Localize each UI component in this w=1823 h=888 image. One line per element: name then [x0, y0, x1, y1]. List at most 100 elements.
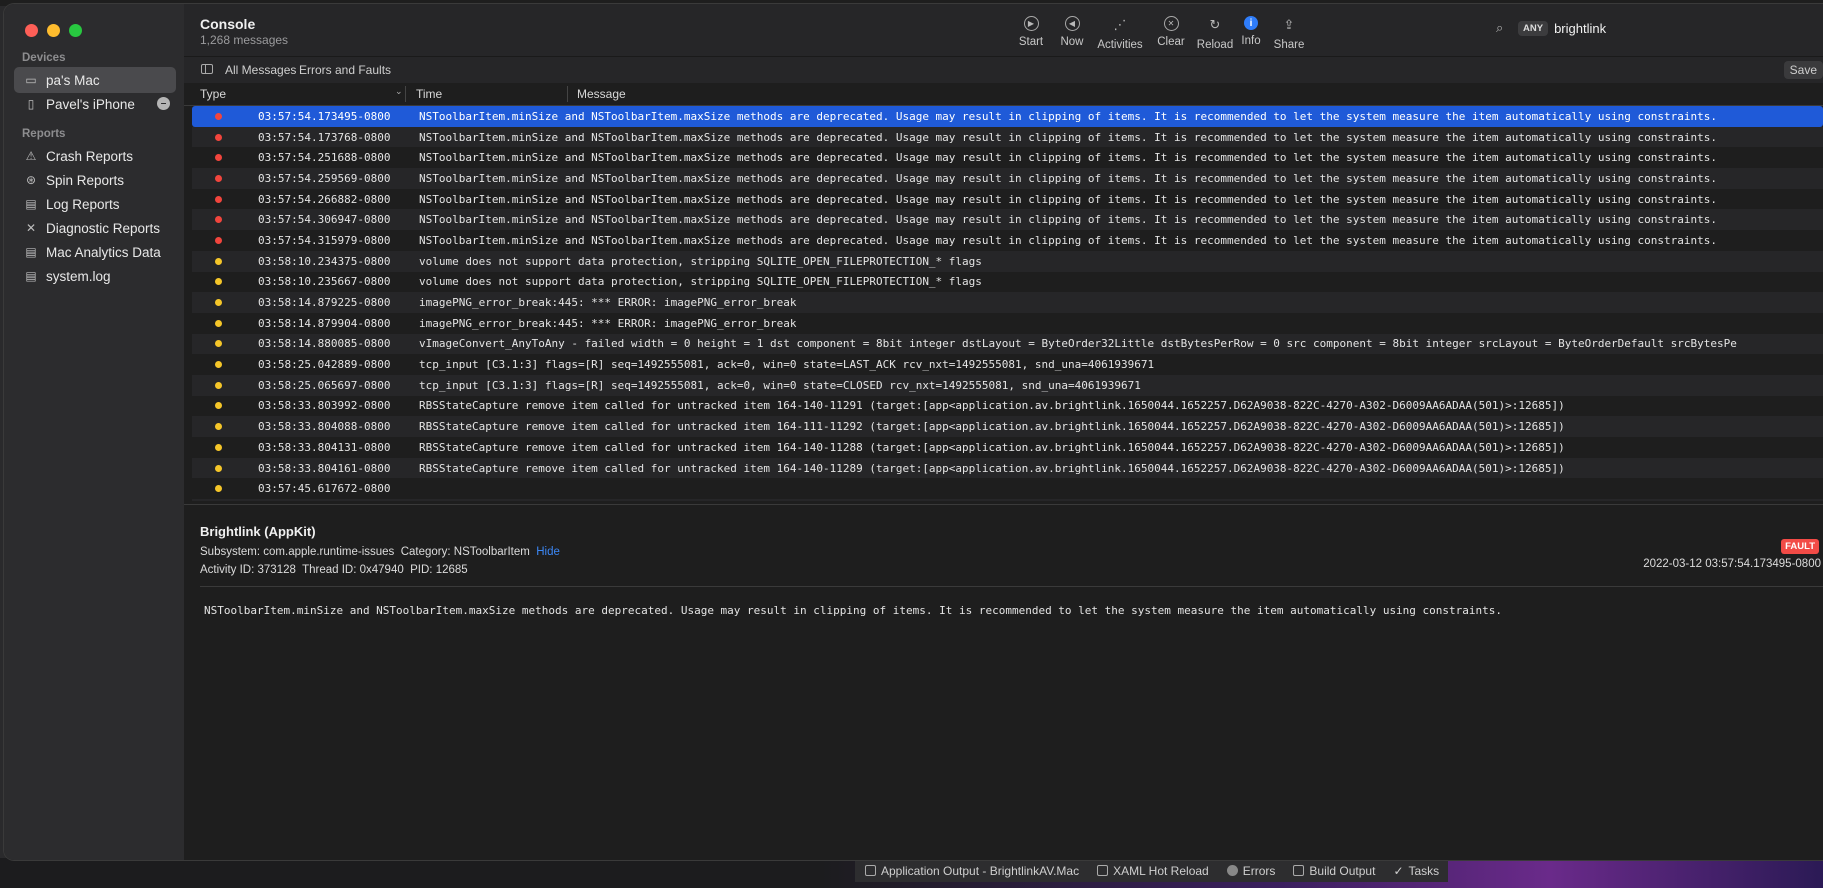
checkmark-icon: ✓ [1393, 863, 1404, 878]
default-dot-icon [215, 443, 222, 451]
sidebar-item-mac-analytics-data[interactable]: ▤ Mac Analytics Data [14, 239, 176, 265]
log-row[interactable]: 03:58:25.065697-0800 tcp_input [C3.1:3] f… [192, 374, 1823, 396]
sidebar: Devices ▭ pa's Mac ▯ Pavel's iPhone – Re… [4, 4, 185, 860]
row-time: 03:57:54.266882-0800 [258, 192, 391, 206]
clear-button[interactable]: ✕ Clear [1146, 16, 1196, 48]
sidebar-item-label: system.log [46, 268, 111, 284]
ide-tab-build-output[interactable]: Build Output [1293, 864, 1375, 878]
sidebar-item-label: Spin Reports [46, 172, 125, 188]
column-divider[interactable] [567, 86, 568, 102]
sidebar-item-crash-reports[interactable]: ⚠ Crash Reports [14, 143, 176, 169]
sidebar-item-log-reports[interactable]: ▤ Log Reports [14, 191, 176, 217]
ide-tab-application-output[interactable]: Application Output - BrightlinkAV.Mac [865, 864, 1079, 878]
default-dot-icon [215, 319, 222, 327]
devices-heading: Devices [22, 52, 66, 64]
tab-errors-and-faults[interactable]: Errors and Faults [299, 63, 391, 77]
search-input[interactable]: brightlink [1554, 21, 1606, 36]
detail-subsystem-line: Subsystem: com.apple.runtime-issues Cate… [200, 546, 560, 558]
log-row[interactable]: 03:57:45.684856-0800 [192, 499, 1823, 501]
sidebar-item-label: Mac Analytics Data [46, 244, 161, 260]
default-dot-icon [215, 402, 222, 410]
log-row[interactable]: 03:58:14.880085-0800 vImageConvert_AnyToA… [192, 333, 1823, 355]
log-row[interactable]: 03:58:14.879225-0800 imagePNG_error_break… [192, 292, 1823, 313]
info-icon: i [1244, 16, 1258, 30]
save-button[interactable]: Save [1783, 61, 1823, 79]
laptop-icon: ▭ [25, 73, 37, 87]
fault-dot-icon [215, 236, 222, 244]
minimize-window-button[interactable] [47, 24, 60, 37]
column-divider[interactable] [405, 86, 406, 102]
sidebar-item-label: Crash Reports [46, 148, 134, 164]
row-message: NSToolbarItem.minSize and NSToolbarItem.… [419, 213, 1718, 227]
row-message: RBSStateCapture remove item called for u… [419, 420, 1565, 434]
log-row[interactable]: 03:58:33.803992-0800 RBSStateCapture remo… [192, 396, 1823, 417]
output-icon [865, 865, 876, 876]
detail-pid: 12685 [435, 564, 468, 576]
activities-button[interactable]: ⋰ Activities [1095, 16, 1145, 51]
column-type[interactable]: Type [200, 87, 226, 101]
row-time: 03:58:25.042889-0800 [258, 358, 391, 372]
log-row[interactable]: 03:57:54.173495-0800 NSToolbarItem.minSiz… [192, 106, 1823, 127]
sidebar-item-label: Diagnostic Reports [46, 220, 161, 236]
row-time: 03:58:33.804088-0800 [258, 420, 391, 434]
reports-heading: Reports [22, 128, 66, 140]
row-time: 03:58:10.235667-0800 [258, 275, 391, 289]
row-time: 03:58:33.804131-0800 [258, 440, 391, 454]
log-row[interactable]: 03:58:14.879904-0800 imagePNG_error_break… [192, 313, 1823, 334]
row-message: NSToolbarItem.minSize and NSToolbarItem.… [419, 192, 1718, 206]
search-scope-token[interactable]: ANY [1518, 20, 1549, 36]
sidebar-item-label: Pavel's iPhone [46, 96, 135, 112]
default-dot-icon [215, 361, 222, 369]
message-count: 1,268 messages [200, 33, 289, 47]
row-message: NSToolbarItem.minSize and NSToolbarItem.… [419, 109, 1718, 123]
sidebar-item-pas-mac[interactable]: ▭ pa's Mac [14, 67, 176, 93]
sidebar-item-system-log[interactable]: ▤ system.log [14, 263, 176, 289]
sidebar-item-spin-reports[interactable]: ⊛ Spin Reports [14, 167, 176, 193]
zoom-window-button[interactable] [69, 24, 82, 37]
sidebar-toggle-icon[interactable] [201, 64, 213, 74]
default-dot-icon [215, 278, 222, 286]
ide-tab-xaml-hot-reload[interactable]: XAML Hot Reload [1097, 864, 1209, 878]
now-button[interactable]: ◀ Now [1047, 16, 1097, 48]
tab-all-messages[interactable]: All Messages [225, 63, 296, 77]
log-row[interactable]: 03:57:45.617672-0800 [192, 478, 1823, 499]
sidebar-item-diagnostic-reports[interactable]: ✕ Diagnostic Reports [14, 215, 176, 241]
row-time: 03:57:45.617672-0800 [258, 482, 391, 496]
log-row[interactable]: 03:58:33.804088-0800 RBSStateCapture remo… [192, 416, 1823, 437]
fault-dot-icon [215, 195, 222, 203]
error-icon [1226, 865, 1238, 876]
column-message[interactable]: Message [577, 87, 626, 101]
row-message: imagePNG_error_break:445: *** ERROR: ima… [419, 316, 797, 330]
ide-tab-tasks[interactable]: ✓ Tasks [1393, 864, 1439, 878]
column-time[interactable]: Time [416, 87, 442, 101]
search-field[interactable]: ⌕ ANY brightlink [1496, 16, 1823, 40]
log-row[interactable]: 03:58:10.234375-0800 volume does not supp… [192, 250, 1823, 272]
fault-dot-icon [215, 112, 222, 120]
row-message: NSToolbarItem.minSize and NSToolbarItem.… [419, 130, 1718, 144]
log-row[interactable]: 03:57:54.306947-0800 NSToolbarItem.minSiz… [192, 209, 1823, 231]
document-icon: ▤ [25, 269, 37, 283]
device-status-icon[interactable]: – [157, 97, 170, 110]
log-row[interactable]: 03:57:54.259569-0800 NSToolbarItem.minSiz… [192, 168, 1823, 189]
log-row[interactable]: 03:58:10.235667-0800 volume does not supp… [192, 272, 1823, 293]
chevron-down-icon[interactable]: ⌄ [395, 86, 403, 97]
reload-icon: ↻ [1209, 17, 1221, 32]
hide-link[interactable]: Hide [536, 546, 560, 558]
log-row[interactable]: 03:57:54.251688-0800 NSToolbarItem.minSiz… [192, 147, 1823, 168]
share-icon: ⇪ [1283, 17, 1295, 32]
log-row[interactable]: 03:58:25.042889-0800 tcp_input [C3.1:3] f… [192, 354, 1823, 375]
row-message: NSToolbarItem.minSize and NSToolbarItem.… [419, 151, 1718, 165]
log-row[interactable]: 03:58:33.804131-0800 RBSStateCapture remo… [192, 437, 1823, 458]
default-dot-icon [215, 464, 222, 472]
share-button[interactable]: ⇪ Share [1264, 16, 1314, 51]
row-message: RBSStateCapture remove item called for u… [419, 461, 1565, 475]
divider [200, 586, 1823, 587]
sidebar-item-pavels-iphone[interactable]: ▯ Pavel's iPhone – [14, 91, 176, 117]
log-row[interactable]: 03:57:54.173768-0800 NSToolbarItem.minSiz… [192, 126, 1823, 148]
log-row[interactable]: 03:57:54.266882-0800 NSToolbarItem.minSiz… [192, 189, 1823, 210]
app-title: Console [200, 16, 256, 32]
ide-tab-errors[interactable]: Errors [1226, 864, 1275, 878]
log-row[interactable]: 03:58:33.804161-0800 RBSStateCapture remo… [192, 457, 1823, 479]
close-window-button[interactable] [25, 24, 38, 37]
log-row[interactable]: 03:57:54.315979-0800 NSToolbarItem.minSiz… [192, 230, 1823, 251]
